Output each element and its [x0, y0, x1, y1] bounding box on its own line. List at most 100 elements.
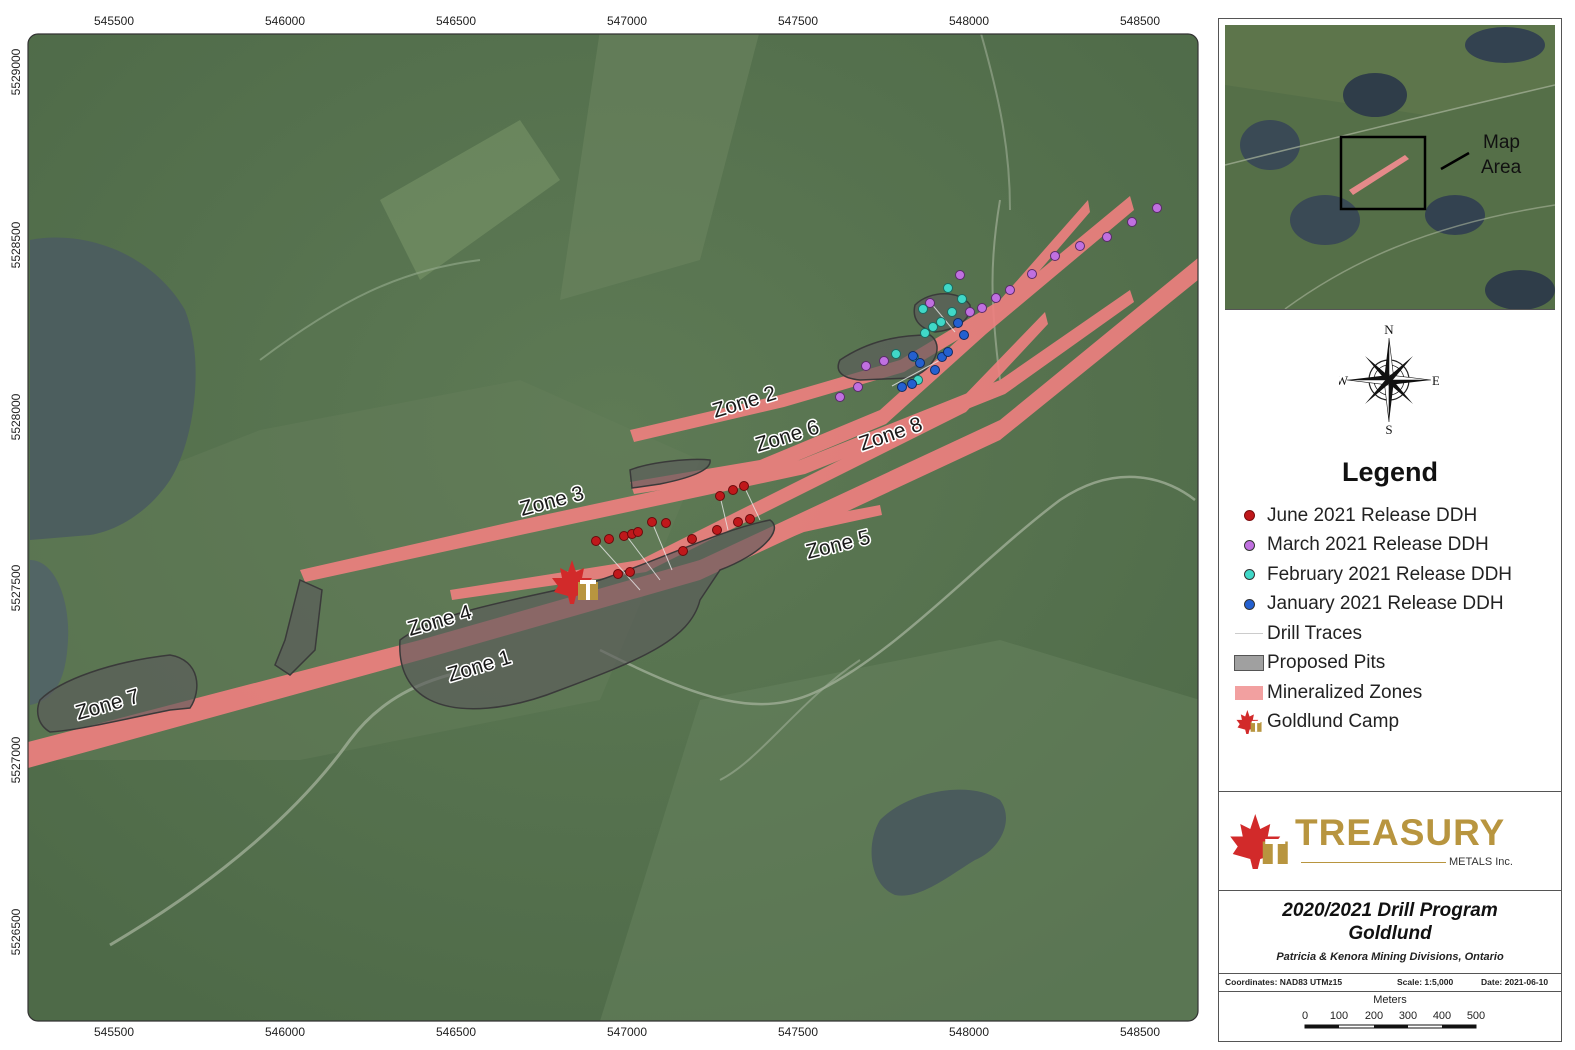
january-drill-hole[interactable] — [908, 351, 918, 361]
june-drill-hole[interactable] — [633, 527, 643, 537]
inset-map[interactable]: Map Area — [1225, 25, 1555, 310]
y-tick-label: 5528000 — [9, 393, 23, 440]
january-drill-hole[interactable] — [930, 365, 940, 375]
map-canvas[interactable]: Zone 2 Zone 6 Zone 8 Zone 3 Zone 5 Zone … — [0, 0, 1215, 1050]
june-drill-hole[interactable] — [739, 481, 749, 491]
march-drill-hole[interactable] — [879, 356, 889, 366]
march-drill-hole[interactable] — [977, 303, 987, 313]
x-tick-label: 545500 — [94, 14, 134, 28]
white-line-icon — [1231, 624, 1267, 644]
x-tick-label: 548000 — [949, 1025, 989, 1039]
june-drill-hole[interactable] — [745, 514, 755, 524]
y-tick-label: 5529000 — [9, 48, 23, 95]
main-map[interactable]: Zone 2 Zone 6 Zone 8 Zone 3 Zone 5 Zone … — [0, 0, 1215, 1050]
june-drill-hole[interactable] — [613, 569, 623, 579]
february-drill-hole[interactable] — [928, 322, 938, 332]
legend-label: June 2021 Release DDH — [1267, 504, 1478, 526]
y-tick-label: 5526500 — [9, 908, 23, 955]
march-drill-hole[interactable] — [955, 270, 965, 280]
legend-panel: Map Area N S W E Legend June 2021 Releas… — [1218, 18, 1562, 1042]
scale-label: 0 — [1302, 1010, 1308, 1022]
x-tick-label: 547500 — [778, 14, 818, 28]
june-drill-hole[interactable] — [625, 567, 635, 577]
legend-list: June 2021 Release DDH March 2021 Release… — [1231, 501, 1561, 737]
legend-item: Mineralized Zones — [1231, 678, 1561, 708]
aerial-imagery — [28, 34, 1198, 1021]
inset-label: Map — [1483, 132, 1520, 153]
march-drill-hole[interactable] — [1005, 285, 1015, 295]
june-drill-hole[interactable] — [687, 534, 697, 544]
x-tick-label: 547500 — [778, 1025, 818, 1039]
february-drill-hole[interactable] — [918, 304, 928, 314]
march-drill-hole[interactable] — [991, 293, 1001, 303]
gray-box-icon — [1231, 653, 1267, 673]
x-tick-label: 547000 — [607, 1025, 647, 1039]
legend-label: Goldlund Camp — [1267, 711, 1400, 733]
january-drill-hole[interactable] — [959, 330, 969, 340]
purple-dot-icon — [1231, 535, 1267, 555]
june-drill-hole[interactable] — [678, 546, 688, 556]
scale-label: 500 — [1467, 1010, 1485, 1022]
x-tick-label: 545500 — [94, 1025, 134, 1039]
west-label: W — [1339, 373, 1349, 388]
x-ticks-bottom: 545500 546000 546500 547000 547500 54800… — [94, 1025, 1160, 1039]
june-drill-hole[interactable] — [647, 517, 657, 527]
january-drill-hole[interactable] — [907, 379, 917, 389]
x-ticks-top: 545500 546000 546500 547000 547500 54800… — [94, 14, 1160, 28]
scale-label: 400 — [1433, 1010, 1451, 1022]
january-drill-hole[interactable] — [953, 318, 963, 328]
scale-bar: Meters 0 100 200 300 400 500 — [1219, 991, 1561, 1043]
june-drill-hole[interactable] — [728, 485, 738, 495]
legend-label: February 2021 Release DDH — [1267, 563, 1513, 585]
february-drill-hole[interactable] — [957, 294, 967, 304]
inset-label: Area — [1481, 157, 1522, 178]
march-drill-hole[interactable] — [1027, 269, 1037, 279]
map-info-row: Coordinates: NAD83 UTMz15 Scale: 1:5,000… — [1219, 973, 1561, 992]
y-tick-label: 5527000 — [9, 736, 23, 783]
logo-subtitle: METALS Inc. — [1449, 856, 1513, 868]
june-drill-hole[interactable] — [591, 536, 601, 546]
red-dot-icon — [1231, 506, 1267, 526]
pink-box-icon — [1231, 683, 1267, 703]
january-drill-hole[interactable] — [943, 347, 953, 357]
february-drill-hole[interactable] — [947, 307, 957, 317]
x-tick-label: 548000 — [949, 14, 989, 28]
north-label: N — [1384, 324, 1394, 337]
x-tick-label: 546500 — [436, 1025, 476, 1039]
february-drill-hole[interactable] — [936, 317, 946, 327]
february-drill-hole[interactable] — [891, 349, 901, 359]
x-tick-label: 546000 — [265, 14, 305, 28]
south-label: S — [1385, 422, 1392, 434]
june-drill-hole[interactable] — [661, 518, 671, 528]
march-drill-hole[interactable] — [1152, 203, 1162, 213]
march-drill-hole[interactable] — [1050, 251, 1060, 261]
january-drill-hole[interactable] — [897, 382, 907, 392]
legend-title: Legend — [1341, 457, 1438, 487]
june-drill-hole[interactable] — [604, 534, 614, 544]
march-drill-hole[interactable] — [1102, 232, 1112, 242]
june-drill-hole[interactable] — [733, 517, 743, 527]
march-drill-hole[interactable] — [965, 307, 975, 317]
march-drill-hole[interactable] — [1075, 241, 1085, 251]
february-drill-hole[interactable] — [943, 283, 953, 293]
legend-label: March 2021 Release DDH — [1267, 534, 1489, 556]
march-drill-hole[interactable] — [853, 382, 863, 392]
map-title: 2020/2021 Drill Program — [1282, 900, 1498, 921]
legend-label: Mineralized Zones — [1267, 681, 1423, 703]
legend-label: Proposed Pits — [1267, 652, 1386, 674]
february-drill-hole[interactable] — [920, 328, 930, 338]
scale-label: 200 — [1365, 1010, 1383, 1022]
march-drill-hole[interactable] — [861, 361, 871, 371]
logo-rule — [1301, 862, 1446, 863]
march-drill-hole[interactable] — [1127, 217, 1137, 227]
june-drill-hole[interactable] — [715, 491, 725, 501]
title-block: 2020/2021 Drill Program Goldlund Patrici… — [1219, 891, 1561, 969]
january-drill-hole[interactable] — [915, 358, 925, 368]
june-drill-hole[interactable] — [712, 525, 722, 535]
map-subtitle: Patricia & Kenora Mining Divisions, Onta… — [1276, 951, 1504, 963]
east-label: E — [1432, 373, 1439, 388]
logo-wordmark: TREASURY — [1295, 812, 1506, 853]
y-ticks: 5529000 5528500 5528000 5527500 5527000 … — [9, 48, 23, 955]
march-drill-hole[interactable] — [835, 392, 845, 402]
scale-label: 300 — [1399, 1010, 1417, 1022]
